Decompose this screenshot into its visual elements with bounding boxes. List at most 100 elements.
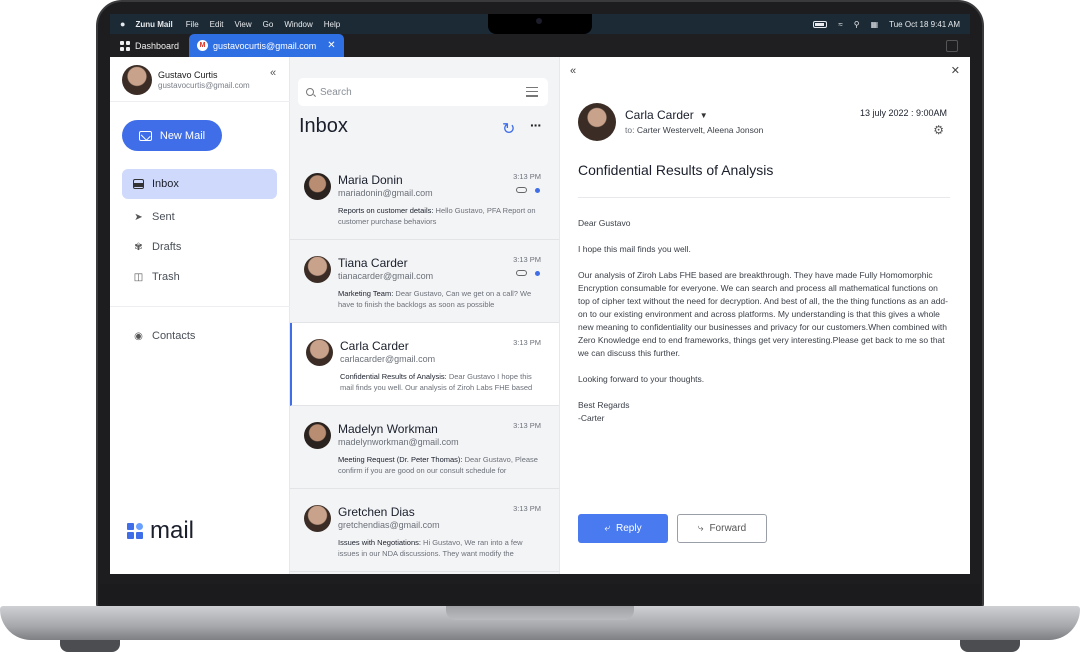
reply-button[interactable]: ⤶ Reply bbox=[578, 514, 668, 543]
sidebar: Gustavo Curtis gustavocurtis@gmail.com «… bbox=[110, 57, 290, 574]
sidebar-item-trash[interactable]: ◫ Trash bbox=[122, 262, 277, 292]
new-mail-label: New Mail bbox=[159, 129, 206, 142]
user-email: gustavocurtis@gmail.com bbox=[158, 81, 250, 90]
control-center-icon[interactable]: ▦ bbox=[871, 20, 879, 29]
laptop-bezel bbox=[100, 584, 980, 604]
mail-list-pane: Search Inbox ↻ ··· Maria Donin mariadoni… bbox=[290, 57, 559, 574]
avatar bbox=[578, 103, 616, 141]
close-icon[interactable]: ✕ bbox=[327, 40, 335, 51]
sidebar-item-label: Contacts bbox=[152, 330, 196, 342]
menu-file[interactable]: File bbox=[186, 20, 199, 29]
compose-icon bbox=[138, 130, 152, 141]
tab-strip: Dashboard M gustavocurtis@gmail.com ✕ bbox=[110, 34, 970, 57]
attachment-icon bbox=[516, 187, 527, 193]
mail-paragraph: Our analysis of Ziroh Labs FHE based are… bbox=[578, 270, 948, 358]
list-item[interactable]: Maria Donin mariadonin@gmail.com 3:13 PM… bbox=[290, 157, 559, 240]
avatar bbox=[304, 422, 331, 449]
sender-dropdown[interactable]: Carla Carder ▼ bbox=[625, 108, 708, 122]
mail-sender-email: gretchendias@gmail.com bbox=[338, 520, 440, 530]
list-item[interactable]: Gretchen Dias gretchendias@gmail.com 3:1… bbox=[290, 489, 559, 572]
mail-subject-heading: Confidential Results of Analysis bbox=[578, 162, 774, 178]
search-icon bbox=[306, 88, 314, 96]
sender-name: Carla Carder bbox=[625, 108, 694, 122]
mail-subject: Reports on customer details: bbox=[338, 206, 434, 215]
list-item[interactable]: Carla Carder carlacarder@gmail.com 3:13 … bbox=[290, 323, 559, 406]
reply-icon: ⤶ bbox=[604, 523, 611, 534]
forward-label: Forward bbox=[709, 523, 747, 534]
avatar bbox=[122, 65, 152, 95]
dashboard-icon bbox=[120, 40, 130, 51]
refresh-icon[interactable]: ↻ bbox=[502, 119, 515, 139]
search-placeholder: Search bbox=[320, 86, 352, 98]
collapse-sidebar-icon[interactable]: « bbox=[270, 67, 276, 79]
wifi-icon[interactable]: ≈ bbox=[838, 20, 842, 29]
search-icon[interactable]: ⚲ bbox=[854, 20, 860, 29]
divider bbox=[110, 306, 290, 307]
user-profile[interactable]: Gustavo Curtis gustavocurtis@gmail.com bbox=[122, 65, 250, 95]
close-icon[interactable]: ✕ bbox=[951, 64, 960, 77]
forward-icon: ⤷ bbox=[697, 523, 704, 534]
mail-preview: Marketing Team: Dear Gustavo, Can we get… bbox=[338, 288, 543, 310]
menu-help[interactable]: Help bbox=[324, 20, 340, 29]
sidebar-item-label: Trash bbox=[152, 271, 180, 283]
mail-sender-name: Maria Donin bbox=[338, 173, 403, 187]
tab-account[interactable]: M gustavocurtis@gmail.com ✕ bbox=[189, 34, 344, 57]
menubar: ● Zunu Mail File Edit View Go Window Hel… bbox=[110, 14, 970, 34]
menubar-app-name[interactable]: Zunu Mail bbox=[135, 20, 172, 29]
apple-icon[interactable]: ● bbox=[120, 19, 125, 29]
more-options-icon[interactable]: ··· bbox=[530, 117, 542, 133]
brand-logo: mail bbox=[127, 517, 194, 545]
tab-dashboard[interactable]: Dashboard bbox=[110, 34, 189, 57]
mail-app: Gustavo Curtis gustavocurtis@gmail.com «… bbox=[110, 57, 970, 574]
menu-edit[interactable]: Edit bbox=[210, 20, 224, 29]
page-title: Inbox bbox=[299, 115, 348, 137]
reply-label: Reply bbox=[616, 523, 642, 534]
mail-sender-name: Gretchen Dias bbox=[338, 505, 415, 519]
laptop-hinge-notch bbox=[446, 606, 634, 620]
forward-button[interactable]: ⤷ Forward bbox=[677, 514, 767, 543]
sidebar-item-label: Drafts bbox=[152, 241, 182, 253]
expand-icon[interactable]: « bbox=[570, 65, 576, 77]
unread-dot-icon bbox=[535, 188, 540, 193]
filter-icon[interactable] bbox=[526, 87, 538, 97]
search-input[interactable]: Search bbox=[298, 78, 548, 106]
menu-view[interactable]: View bbox=[234, 20, 251, 29]
brand-text: mail bbox=[150, 517, 195, 544]
avatar bbox=[304, 256, 331, 283]
screen: ● Zunu Mail File Edit View Go Window Hel… bbox=[110, 14, 970, 574]
mail-sender-email: tianacarder@gmail.com bbox=[338, 271, 434, 281]
camera-notch bbox=[488, 14, 592, 34]
list-item[interactable]: Madelyn Workman madelynworkman@gmail.com… bbox=[290, 406, 559, 489]
send-icon: ➤ bbox=[134, 211, 143, 223]
new-mail-button[interactable]: New Mail bbox=[122, 120, 222, 151]
sidebar-item-sent[interactable]: ➤ Sent bbox=[122, 202, 277, 232]
mail-signature: -Carter bbox=[578, 413, 605, 423]
chevron-down-icon: ▼ bbox=[699, 110, 708, 120]
mail-date: 13 july 2022 : 9:00AM bbox=[859, 108, 947, 118]
sidebar-item-inbox[interactable]: Inbox bbox=[122, 169, 277, 199]
sidebar-item-contacts[interactable]: ◉ Contacts bbox=[122, 321, 277, 351]
mail-body: Dear Gustavo I hope this mail finds you … bbox=[578, 217, 950, 425]
recipients: to: Carter Westervelt, Aleena Jonson bbox=[625, 125, 763, 135]
mail-preview: Reports on customer details: Hello Gusta… bbox=[338, 205, 543, 227]
menu-window[interactable]: Window bbox=[284, 20, 312, 29]
mail-subject: Meeting Request (Dr. Peter Thomas): bbox=[338, 455, 463, 464]
mail-time: 3:13 PM bbox=[513, 421, 541, 430]
mail-preview: Meeting Request (Dr. Peter Thomas): Dear… bbox=[338, 454, 543, 476]
sidebar-item-label: Sent bbox=[152, 211, 175, 223]
window-icon[interactable] bbox=[946, 40, 958, 52]
mail-sender-email: mariadonin@gmail.com bbox=[338, 188, 433, 198]
list-item[interactable]: Tiana Carder tianacarder@gmail.com 3:13 … bbox=[290, 240, 559, 323]
attachment-icon bbox=[516, 270, 527, 276]
gear-icon[interactable]: ⚙ bbox=[933, 123, 944, 137]
mail-greeting: Dear Gustavo bbox=[578, 218, 631, 228]
menubar-clock[interactable]: Tue Oct 18 9:41 AM bbox=[889, 20, 960, 29]
menubar-status: ≈ ⚲ ▦ Tue Oct 18 9:41 AM bbox=[813, 20, 960, 29]
gmail-icon: M bbox=[197, 40, 209, 51]
mail-sender-name: Tiana Carder bbox=[338, 256, 408, 270]
sidebar-item-drafts[interactable]: ✾ Drafts bbox=[122, 232, 277, 262]
mail-sender-name: Carla Carder bbox=[340, 339, 409, 353]
battery-icon[interactable] bbox=[813, 20, 828, 28]
menu-go[interactable]: Go bbox=[263, 20, 274, 29]
mail-logo-icon bbox=[127, 523, 143, 539]
